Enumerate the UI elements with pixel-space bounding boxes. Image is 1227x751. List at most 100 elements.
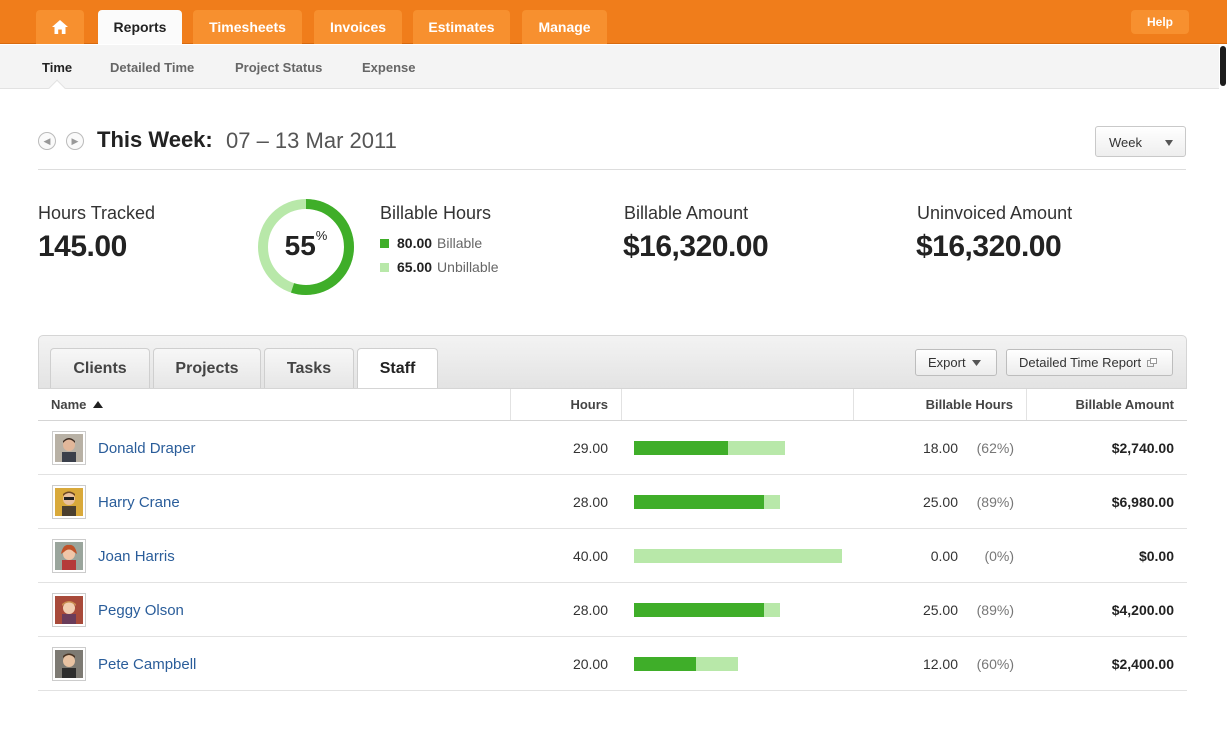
scrollbar-track[interactable] [1219, 44, 1227, 751]
table-row: Joan Harris 40.00 0.00 (0%) $0.00 [38, 529, 1187, 583]
tab-manage[interactable]: Manage [522, 10, 607, 44]
avatar [52, 431, 86, 465]
legend-billable: 80.00 Billable [380, 235, 482, 251]
subnav-time[interactable]: Time [42, 60, 72, 75]
avatar [52, 485, 86, 519]
period-range: 07 – 13 Mar 2011 [226, 128, 397, 153]
subnav-detailed-time[interactable]: Detailed Time [110, 60, 194, 75]
donut-pct-value: 55 [284, 230, 316, 261]
tab-projects[interactable]: Projects [153, 348, 261, 388]
billable-amount-label: Billable Amount [624, 203, 749, 223]
staff-name-link[interactable]: Pete Campbell [98, 656, 196, 673]
column-hours-header[interactable]: Hours [528, 389, 608, 420]
billable-amount-value: $6,980.00 [1111, 494, 1174, 510]
tab-timesheets[interactable]: Timesheets [193, 10, 302, 44]
tab-tasks[interactable]: Tasks [264, 348, 354, 388]
table-row: Pete Campbell 20.00 12.00 (60%) $2,400.0… [38, 637, 1187, 691]
billable-amount-value: $2,740.00 [1111, 440, 1174, 456]
hours-bar [634, 657, 738, 671]
column-separator [853, 389, 854, 420]
tab-staff[interactable]: Staff [357, 348, 438, 389]
avatar-image [55, 542, 83, 570]
column-billable-hours-header[interactable]: Billable Hours [868, 389, 1013, 420]
tab-invoices[interactable]: Invoices [314, 10, 402, 44]
tab-estimates[interactable]: Estimates [413, 10, 510, 44]
billable-hours-value: 12.00 [922, 656, 958, 672]
legend-unbillable: 65.00 Unbillable [380, 259, 499, 275]
export-label: Export [928, 355, 966, 370]
chevron-down-icon [1165, 140, 1173, 146]
table-row: Donald Draper 29.00 18.00 (62%) $2,740.0… [38, 421, 1187, 475]
billable-amount-value: $0.00 [1138, 548, 1174, 564]
hours-tracked-label: Hours Tracked [38, 203, 156, 223]
hours-bar [634, 549, 842, 563]
billable-amount-value: $4,200.00 [1111, 602, 1174, 618]
export-button[interactable]: Export [915, 349, 997, 376]
billable-bar-fill [634, 603, 764, 617]
avatar-image [55, 650, 83, 678]
table-row: Harry Crane 28.00 25.00 (89%) $6,980.00 [38, 475, 1187, 529]
billable-swatch [380, 238, 389, 248]
hours-bar [634, 441, 785, 455]
column-separator [1026, 389, 1027, 420]
billable-percentage: (60%) [976, 656, 1014, 672]
column-billable-amount-header[interactable]: Billable Amount [1038, 389, 1174, 420]
sub-nav: Time Detailed Time Project Status Expens… [0, 45, 1227, 97]
billable-percentage: (62%) [976, 440, 1014, 456]
avatar-image [55, 596, 83, 624]
donut-percentage: 55% [257, 228, 355, 262]
staff-name-link[interactable]: Peggy Olson [98, 602, 184, 619]
billable-bar-fill [634, 441, 728, 455]
avatar [52, 539, 86, 573]
billable-hours-label: Billable Hours [380, 203, 492, 223]
billable-percentage: (0%) [984, 548, 1014, 564]
hours-tracked-value: 145.00 [38, 230, 127, 263]
staff-name-link[interactable]: Joan Harris [98, 548, 175, 565]
uninvoiced-amount-label: Uninvoiced Amount [917, 203, 1073, 223]
billable-hours-value: 18.00 [922, 440, 958, 456]
donut-pct-sign: % [315, 228, 328, 243]
column-name-header[interactable]: Name [51, 389, 104, 420]
unbillable-text: Unbillable [437, 259, 499, 275]
billable-bar-fill [634, 657, 697, 671]
avatar-image [55, 488, 83, 516]
period-label: This Week: [97, 127, 213, 152]
tab-clients[interactable]: Clients [50, 348, 150, 388]
billable-amount-value: $2,400.00 [1111, 656, 1174, 672]
hours-value: 28.00 [572, 602, 608, 618]
uninvoiced-amount-value: $16,320.00 [916, 230, 1062, 263]
divider [38, 169, 1186, 170]
column-separator [510, 389, 511, 420]
hours-value: 40.00 [572, 548, 608, 564]
billable-hours-value: 80.00 [397, 235, 433, 251]
period-select[interactable]: Week [1095, 126, 1186, 157]
next-arrow-icon[interactable]: ▶ [66, 132, 84, 150]
column-name-label: Name [51, 397, 87, 412]
avatar-image [55, 434, 83, 462]
period-select-value: Week [1109, 135, 1142, 150]
avatar [52, 593, 86, 627]
chevron-down-icon [971, 359, 981, 366]
subnav-expense[interactable]: Expense [362, 60, 415, 75]
scrollbar-thumb[interactable] [1220, 46, 1226, 86]
external-window-icon [1147, 358, 1158, 367]
staff-name-link[interactable]: Harry Crane [98, 494, 180, 511]
detailed-report-label: Detailed Time Report [1019, 355, 1142, 370]
avatar [52, 647, 86, 681]
staff-name-link[interactable]: Donald Draper [98, 440, 196, 457]
billable-percentage: (89%) [976, 494, 1014, 510]
prev-arrow-icon[interactable]: ◀ [38, 132, 56, 150]
home-tab[interactable] [36, 10, 84, 44]
hours-value: 29.00 [572, 440, 608, 456]
help-button[interactable]: Help [1131, 10, 1189, 34]
subnav-project-status[interactable]: Project Status [235, 60, 322, 75]
table-header: Name Hours Billable Hours Billable Amoun… [38, 388, 1187, 421]
tab-reports[interactable]: Reports [98, 10, 182, 44]
unbillable-hours-value: 65.00 [397, 259, 433, 275]
column-separator [621, 389, 622, 420]
detailed-time-report-button[interactable]: Detailed Time Report [1006, 349, 1173, 376]
billable-hours-value: 0.00 [930, 548, 958, 564]
hours-bar [634, 603, 780, 617]
hours-value: 28.00 [572, 494, 608, 510]
billable-bar-fill [634, 495, 764, 509]
